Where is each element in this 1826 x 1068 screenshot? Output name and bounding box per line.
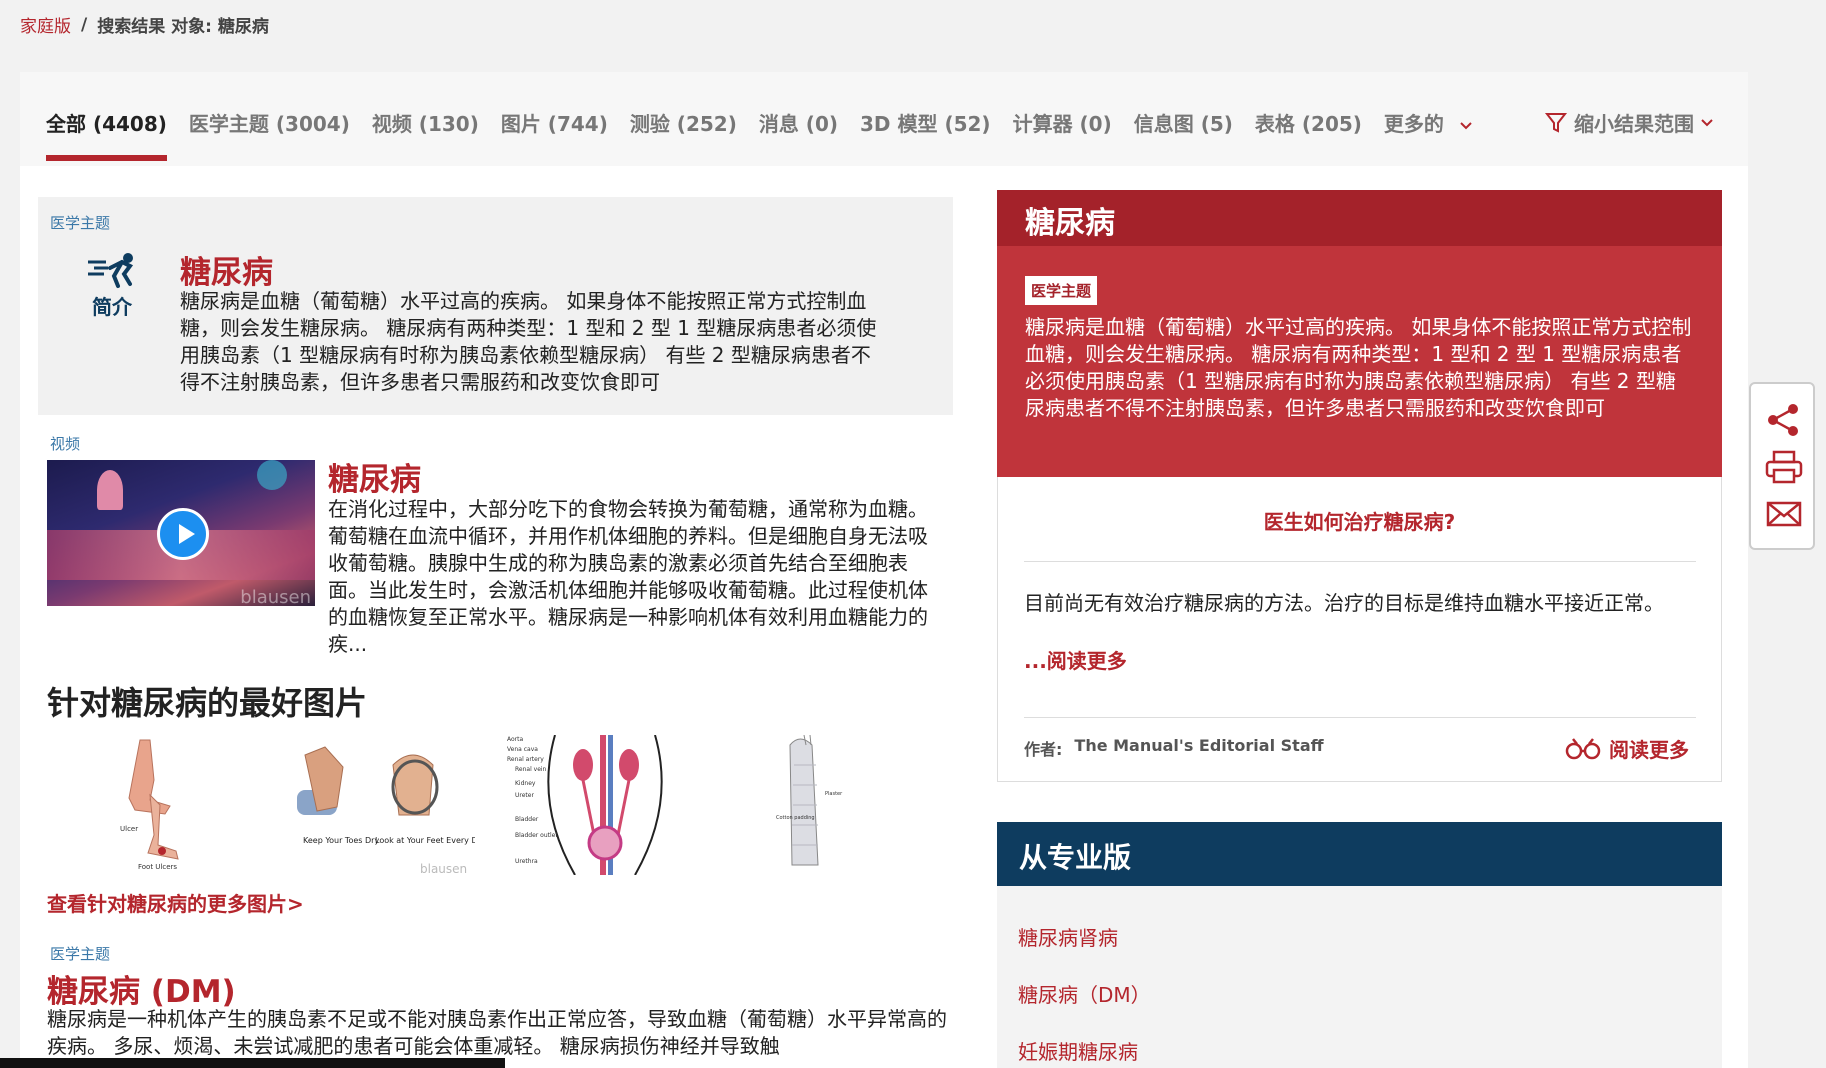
tab-more[interactable]: 更多的 xyxy=(1384,108,1473,161)
intro-icon-label: 简介 xyxy=(92,295,132,319)
faq-read-more-link[interactable]: ...阅读更多 xyxy=(1024,645,1127,674)
image-label: Plaster xyxy=(825,791,843,797)
image-label: Vena cava xyxy=(507,746,538,753)
status-bar xyxy=(0,1058,505,1068)
chevron-down-icon xyxy=(1460,122,1472,130)
play-icon[interactable] xyxy=(157,508,209,560)
runner-icon xyxy=(88,253,134,288)
chevron-down-icon xyxy=(1701,118,1713,126)
email-icon[interactable] xyxy=(1766,501,1802,527)
pro-link[interactable]: 糖尿病肾病 xyxy=(1018,922,1118,951)
tab-all[interactable]: 全部 (4408) xyxy=(46,108,167,161)
tab-more-label: 更多的 xyxy=(1383,112,1444,136)
result-title[interactable]: 糖尿病 (DM) xyxy=(47,966,236,1011)
read-more-button[interactable]: 阅读更多 xyxy=(1565,734,1689,763)
author-line: 作者: The Manual's Editorial Staff xyxy=(1024,736,1324,760)
featured-topic-summary: 医学主题 糖尿病是血糖（葡萄糖）水平过高的疾病。 如果身体不能按照正常方式控制血… xyxy=(997,246,1722,477)
more-images-link[interactable]: 查看针对糖尿病的更多图片> xyxy=(47,888,304,917)
tab-news[interactable]: 消息 (0) xyxy=(759,108,838,161)
image-label: Bladder outlet xyxy=(515,832,558,839)
glasses-icon xyxy=(1565,737,1601,759)
urinary-tract-image[interactable]: Aorta Vena cava Renal artery Renal vein … xyxy=(505,735,685,875)
image-label: Kidney xyxy=(515,780,536,787)
featured-topic-tag: 医学主题 xyxy=(1025,276,1098,305)
divider xyxy=(1024,717,1696,718)
image-label: Urethra xyxy=(515,858,538,865)
result-tag: 视频 xyxy=(50,435,81,453)
image-label: Bladder xyxy=(515,816,539,823)
image-label: Cotton padding xyxy=(776,815,815,821)
tab-videos[interactable]: 视频 (130) xyxy=(372,108,479,161)
print-icon[interactable] xyxy=(1765,450,1803,484)
image-label-right: Look at Your Feet Every Day xyxy=(375,836,475,845)
filter-icon xyxy=(1544,112,1568,133)
result-title[interactable]: 糖尿病 xyxy=(328,454,421,499)
tab-images[interactable]: 图片 (744) xyxy=(501,108,608,161)
tab-tables[interactable]: 表格 (205) xyxy=(1255,108,1362,161)
tab-3d-models[interactable]: 3D 模型 (52) xyxy=(860,108,991,161)
images-heading: 针对糖尿病的最好图片 xyxy=(47,684,368,722)
pro-version-links: 糖尿病肾病 糖尿病（DM） 妊娠期糖尿病 xyxy=(997,886,1722,1068)
arm-cast-image[interactable]: Plaster Cotton padding xyxy=(760,735,870,875)
image-label: Renal artery xyxy=(507,756,544,763)
pro-link[interactable]: 糖尿病（DM） xyxy=(1018,979,1151,1008)
breadcrumb-home-link[interactable]: 家庭版 xyxy=(20,12,71,37)
narrow-results-button[interactable]: 缩小结果范围 xyxy=(1544,108,1714,137)
read-more-label: 阅读更多 xyxy=(1609,738,1689,762)
result-description: 糖尿病是一种机体产生的胰岛素不足或不能对胰岛素作出正常应答，导致血糖（葡萄糖）水… xyxy=(47,1007,947,1058)
foot-care-image[interactable]: Keep Your Toes Dry Look at Your Feet Eve… xyxy=(275,735,475,875)
image-label: Aorta xyxy=(507,736,523,743)
featured-topic-header: 糖尿病 xyxy=(997,190,1722,246)
pro-link[interactable]: 妊娠期糖尿病 xyxy=(1018,1036,1138,1065)
narrow-results-label: 缩小结果范围 xyxy=(1574,112,1694,136)
result-description: 糖尿病是血糖（葡萄糖）水平过高的疾病。 如果身体不能按照正常方式控制血糖，则会发… xyxy=(180,289,877,394)
share-icon[interactable] xyxy=(1766,402,1802,438)
author-name: The Manual's Editorial Staff xyxy=(1074,736,1324,755)
image-label: Ulcer xyxy=(120,825,138,833)
image-label-left: Keep Your Toes Dry xyxy=(303,836,379,845)
faq-answer: 目前尚无有效治疗糖尿病的方法。治疗的目标是维持血糖水平接近正常。 xyxy=(1024,591,1664,615)
tab-quizzes[interactable]: 测验 (252) xyxy=(630,108,737,161)
faq-question-link[interactable]: 医生如何治疗糖尿病? xyxy=(997,506,1722,535)
tab-calculators[interactable]: 计算器 (0) xyxy=(1013,108,1112,161)
featured-topic-title[interactable]: 糖尿病 xyxy=(1025,198,1115,242)
featured-topic-description: 糖尿病是血糖（葡萄糖）水平过高的疾病。 如果身体不能按照正常方式控制血糖，则会发… xyxy=(1025,315,1692,420)
image-label: Renal vein xyxy=(515,766,547,773)
results-tab-bar: 全部 (4408) 医学主题 (3004) 视频 (130) 图片 (744) … xyxy=(20,72,1748,167)
tab-topics[interactable]: 医学主题 (3004) xyxy=(189,108,350,161)
foot-ulcer-image[interactable]: Ulcer Foot Ulcers xyxy=(110,735,200,875)
result-title[interactable]: 糖尿病 xyxy=(180,247,273,292)
share-toolbar xyxy=(1749,382,1815,550)
tab-infographics[interactable]: 信息图 (5) xyxy=(1134,108,1233,161)
result-description: 在消化过程中，大部分吃下的食物会转换为葡萄糖，通常称为血糖。葡萄糖在血流中循环，… xyxy=(328,497,928,656)
author-label: 作者: xyxy=(1024,740,1063,759)
pro-version-title: 从专业版 xyxy=(1019,841,1132,874)
image-label: Ureter xyxy=(515,792,534,799)
results-tabs: 全部 (4408) 医学主题 (3004) 视频 (130) 图片 (744) … xyxy=(46,108,1473,161)
result-tag: 医学主题 xyxy=(50,945,111,963)
video-watermark: blausen xyxy=(240,587,311,606)
video-thumbnail[interactable]: blausen xyxy=(47,460,315,606)
divider xyxy=(1024,561,1696,562)
image-caption: Foot Ulcers xyxy=(138,863,177,871)
breadcrumb-current: 搜索结果 对象: 糖尿病 xyxy=(97,17,269,37)
pro-version-header: 从专业版 xyxy=(997,822,1722,886)
breadcrumb-separator: / xyxy=(81,14,88,35)
result-tag: 医学主题 xyxy=(50,214,111,232)
breadcrumb: 家庭版 / 搜索结果 对象: 糖尿病 xyxy=(20,12,269,38)
image-watermark: blausen xyxy=(420,862,467,875)
